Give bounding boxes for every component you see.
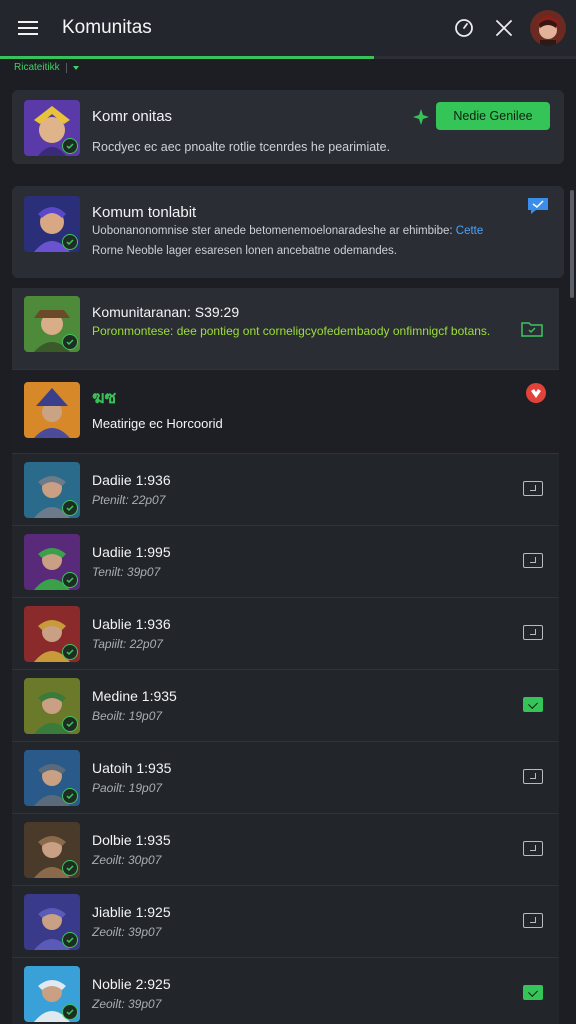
verified-icon xyxy=(62,334,78,350)
row-subtitle: Zeoilt: 39p07 xyxy=(92,925,162,939)
heart-badge-icon[interactable] xyxy=(525,382,547,409)
rows-container: Dadiie 1:936 Ptenilt: 22p07 Uadiie 1:995 Te… xyxy=(12,454,559,1024)
card2-game-thumbnail xyxy=(24,196,80,252)
row-title: Dolbie 1:935 xyxy=(92,832,171,848)
progress-fill xyxy=(0,56,375,59)
list-item[interactable]: Dolbie 1:935 Zeoilt: 30p07 xyxy=(12,814,559,886)
folder-icon[interactable] xyxy=(521,320,543,342)
expand-box-icon[interactable] xyxy=(523,481,543,496)
row-title: Medine 1:935 xyxy=(92,688,177,704)
game-thumbnail xyxy=(24,750,80,806)
chat-icon[interactable] xyxy=(526,196,550,221)
list-item[interactable]: Dadiie 1:936 Ptenilt: 22p07 xyxy=(12,454,559,526)
featured-title: Komr onitas xyxy=(92,108,173,125)
row-subtitle: Paoilt: 19p07 xyxy=(92,781,163,795)
featured-description: Rocdyec ec aec pnoalte rotlie tcenrdes h… xyxy=(92,140,391,154)
card4-game-thumbnail xyxy=(24,382,80,438)
featured-community-card[interactable]: Komr onitas Rocdyec ec aec pnoalte rotli… xyxy=(12,90,564,164)
verified-icon xyxy=(62,234,78,250)
game-thumbnail xyxy=(24,606,80,662)
row-subtitle: Tenilt: 39p07 xyxy=(92,565,161,579)
hamburger-menu-icon[interactable] xyxy=(0,0,56,56)
row-title: Noblie 2:925 xyxy=(92,976,171,992)
card2-description-line1: Uobonanonomnise ster anede betomenemoelo… xyxy=(92,225,453,237)
expand-box-icon[interactable] xyxy=(523,769,543,784)
app-title: Komunitas xyxy=(62,17,152,38)
row-subtitle: Zeoilt: 30p07 xyxy=(92,853,162,867)
row-title: Uablie 1:936 xyxy=(92,616,171,632)
featured-game-thumbnail xyxy=(24,100,80,156)
checked-box-icon[interactable] xyxy=(523,985,543,1000)
list-item[interactable]: Uatoih 1:935 Paoilt: 19p07 xyxy=(12,742,559,814)
game-thumbnail xyxy=(24,462,80,518)
featured-action-button[interactable]: Nedie Genilee xyxy=(436,102,550,130)
verified-icon xyxy=(62,138,78,154)
list-item[interactable]: Jiablie 1:925 Zeoilt: 39p07 xyxy=(12,886,559,958)
row-title: Jiablie 1:925 xyxy=(92,904,171,920)
game-thumbnail xyxy=(24,534,80,590)
community-info-card[interactable]: Komum tonlabit Uobonanonomnise ster aned… xyxy=(12,186,564,278)
breadcrumb[interactable]: Ricateitikk xyxy=(14,62,79,73)
card2-link[interactable]: Cette xyxy=(456,225,484,237)
list-item-highlighted[interactable]: Komunitaranan: S39:29 Poronmontese: dee … xyxy=(12,288,559,370)
card4-emblem: ฆซ xyxy=(92,388,117,407)
list-item-event[interactable]: ฆซ Meatirige ec Horcoorid xyxy=(12,370,559,454)
card2-description: Uobonanonomnise ster anede betomenemoelo… xyxy=(92,222,483,241)
game-thumbnail xyxy=(24,894,80,950)
verified-icon xyxy=(62,860,78,876)
game-thumbnail xyxy=(24,678,80,734)
expand-box-icon[interactable] xyxy=(523,913,543,928)
scrollbar[interactable] xyxy=(570,190,574,298)
loading-progress-bar xyxy=(0,56,576,59)
sparkle-icon xyxy=(412,108,430,131)
card2-description-line2: Rorne Neoble lager esaresen lonen anceba… xyxy=(92,245,397,257)
row-title: Uatoih 1:935 xyxy=(92,760,172,776)
clock-icon[interactable] xyxy=(444,8,484,48)
chevron-down-icon[interactable] xyxy=(72,65,79,70)
card3-description: Poronmontese: dee pontieg ont corneligcy… xyxy=(92,324,491,338)
list-item[interactable]: Uadiie 1:995 Tenilt: 39p07 xyxy=(12,526,559,598)
breadcrumb-divider xyxy=(65,62,67,73)
user-avatar[interactable] xyxy=(530,10,566,46)
card3-game-thumbnail xyxy=(24,296,80,352)
community-list: Komunitaranan: S39:29 Poronmontese: dee … xyxy=(12,288,559,1024)
card4-subtitle: Meatirige ec Horcoorid xyxy=(92,416,223,431)
row-subtitle: Zeoilt: 39p07 xyxy=(92,997,162,1011)
verified-icon xyxy=(62,644,78,660)
card3-title: Komunitaranan: S39:29 xyxy=(92,304,240,320)
top-app-bar: Komunitas xyxy=(0,0,576,56)
row-subtitle: Ptenilt: 22p07 xyxy=(92,493,166,507)
expand-box-icon[interactable] xyxy=(523,841,543,856)
verified-icon xyxy=(62,788,78,804)
game-thumbnail xyxy=(24,822,80,878)
expand-box-icon[interactable] xyxy=(523,625,543,640)
expand-box-icon[interactable] xyxy=(523,553,543,568)
checked-box-icon[interactable] xyxy=(523,697,543,712)
game-thumbnail xyxy=(24,966,80,1022)
row-title: Dadiie 1:936 xyxy=(92,472,171,488)
list-item[interactable]: Noblie 2:925 Zeoilt: 39p07 xyxy=(12,958,559,1024)
verified-icon xyxy=(62,572,78,588)
close-icon[interactable] xyxy=(484,8,524,48)
list-item[interactable]: Uablie 1:936 Tapiilt: 22p07 xyxy=(12,598,559,670)
verified-icon xyxy=(62,716,78,732)
row-title: Uadiie 1:995 xyxy=(92,544,171,560)
breadcrumb-label: Ricateitikk xyxy=(14,62,60,73)
row-subtitle: Beoilt: 19p07 xyxy=(92,709,163,723)
row-subtitle: Tapiilt: 22p07 xyxy=(92,637,163,651)
verified-icon xyxy=(62,1004,78,1020)
verified-icon xyxy=(62,500,78,516)
card2-title: Komum tonlabit xyxy=(92,204,197,221)
verified-icon xyxy=(62,932,78,948)
list-item[interactable]: Medine 1:935 Beoilt: 19p07 xyxy=(12,670,559,742)
